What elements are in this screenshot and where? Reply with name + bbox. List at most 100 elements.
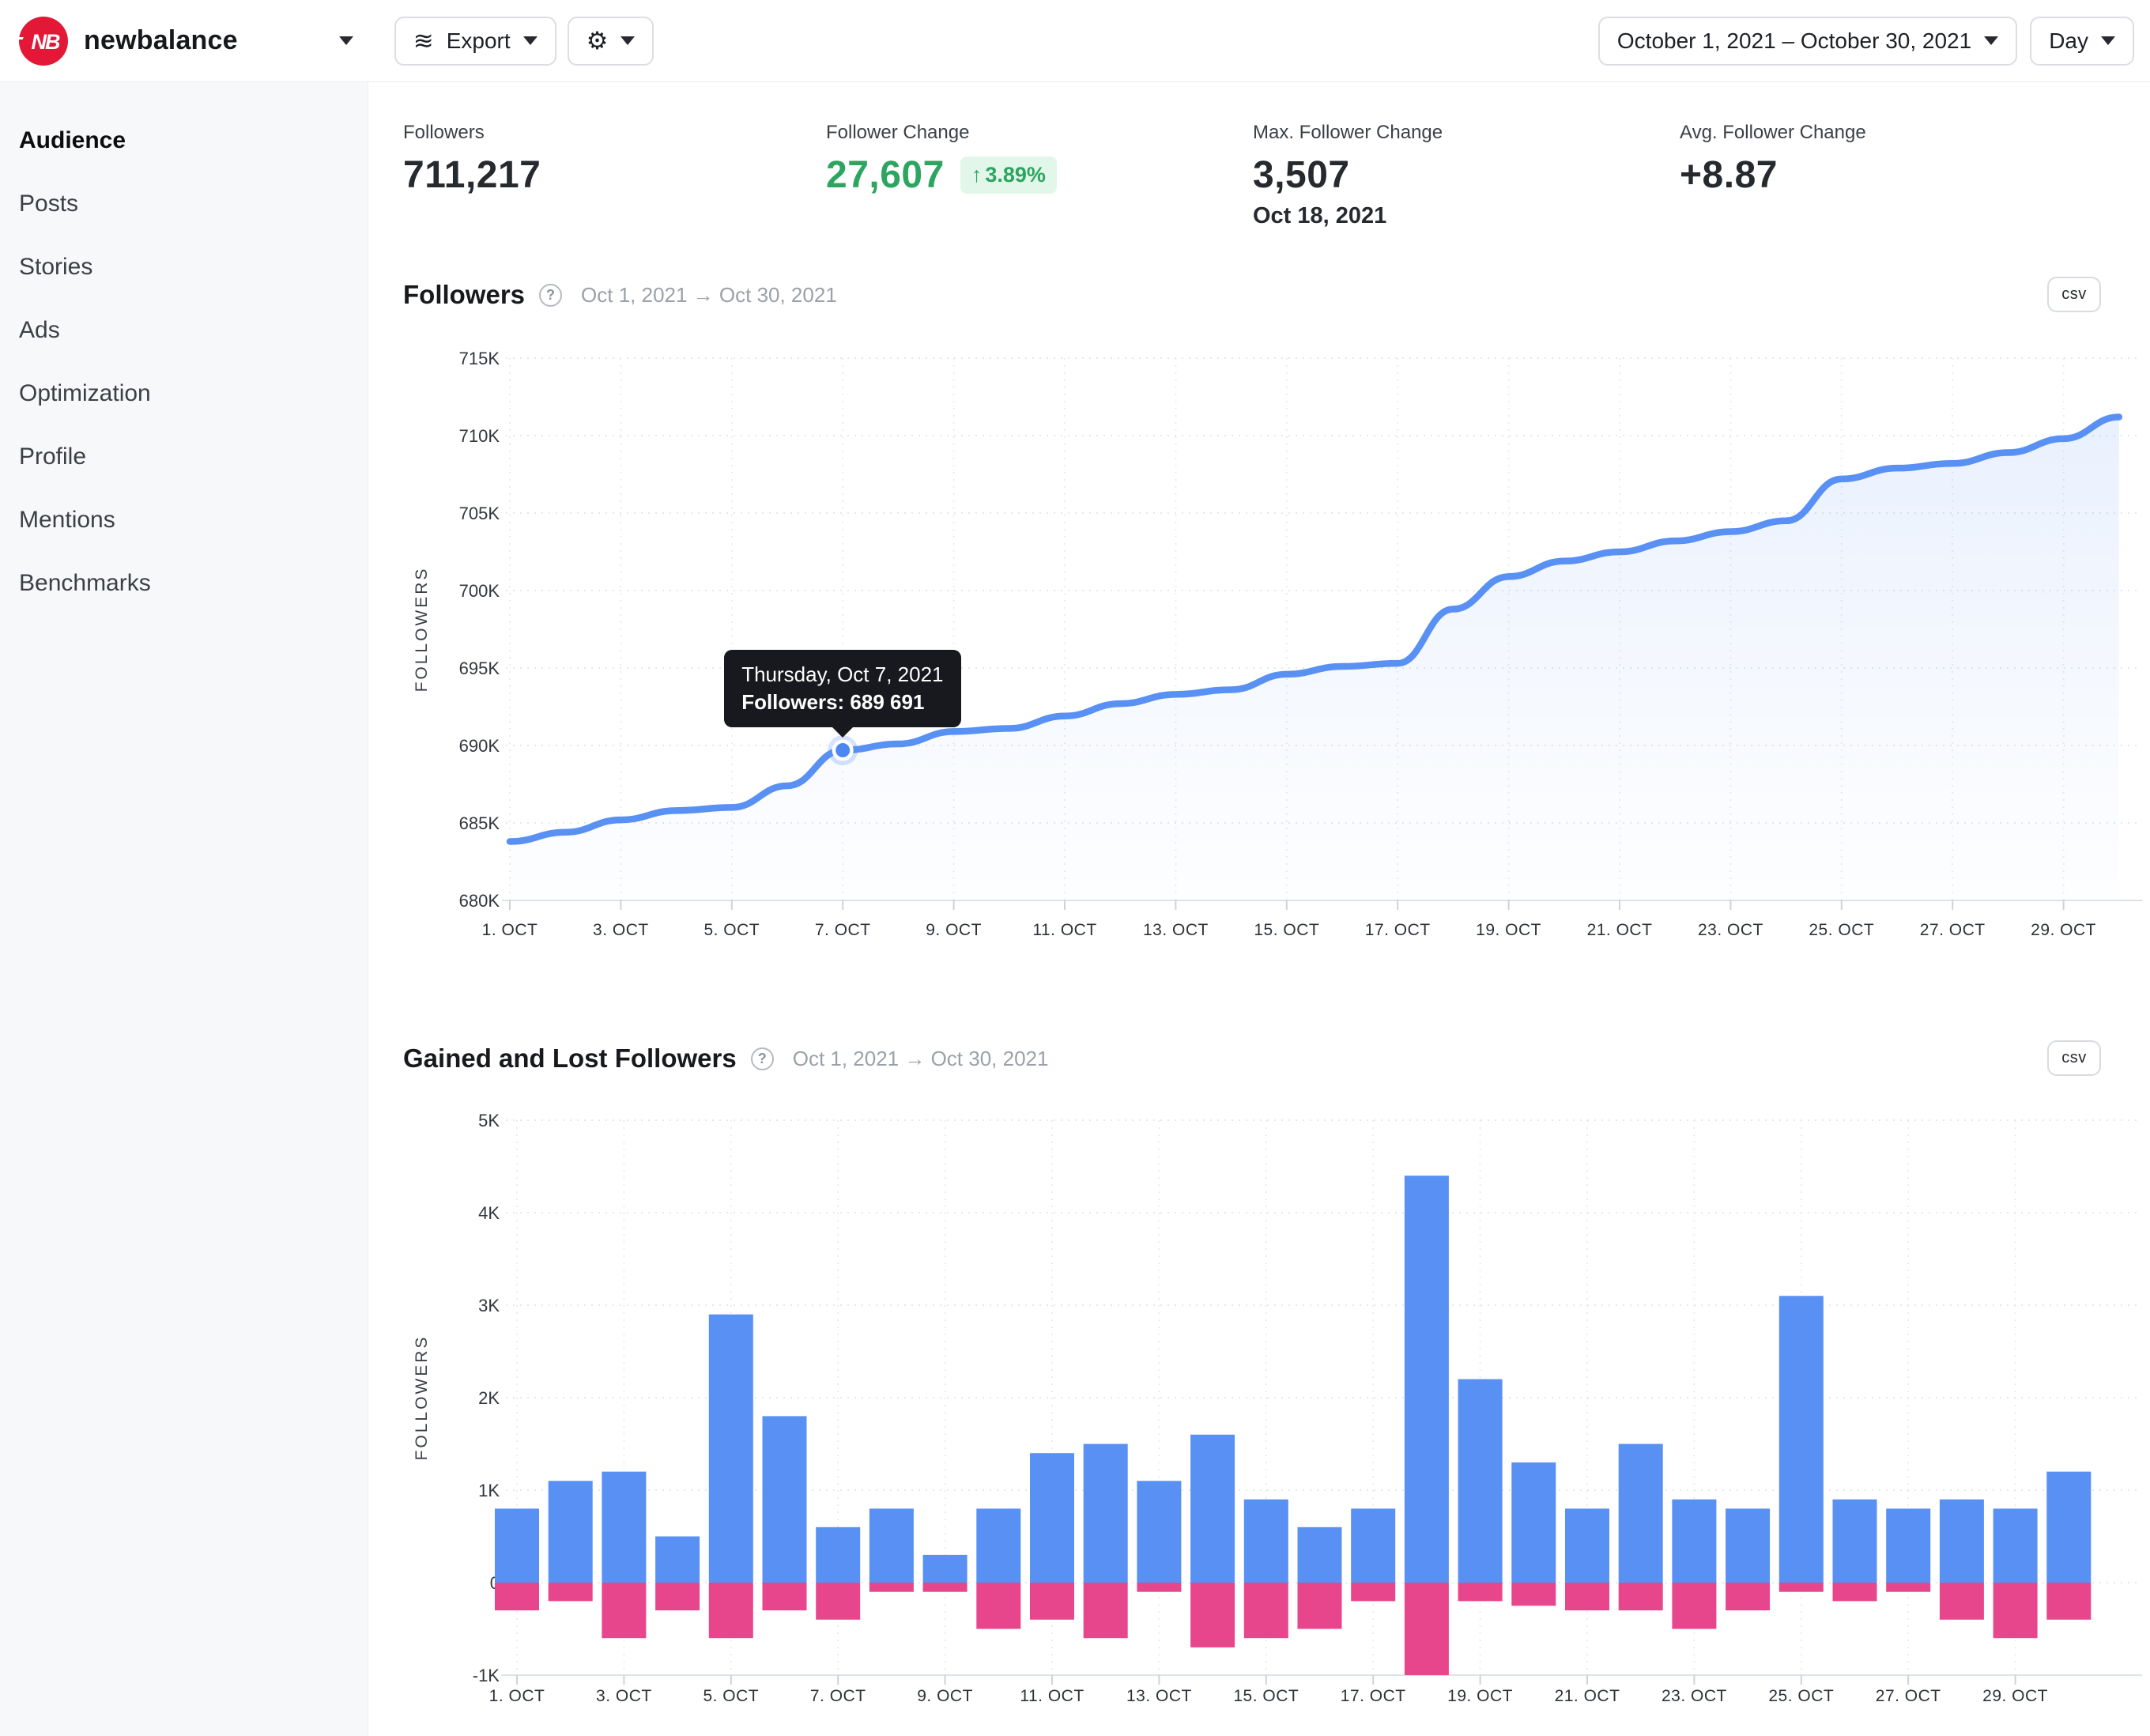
gained-bar[interactable] [816, 1527, 861, 1583]
gained-bar[interactable] [1886, 1508, 1931, 1583]
lost-bar[interactable] [1939, 1583, 1984, 1620]
gained-bar[interactable] [1083, 1444, 1128, 1583]
svg-text:29. OCT: 29. OCT [2031, 921, 2096, 939]
sidebar-item-profile[interactable]: Profile [0, 425, 368, 489]
gained-bar[interactable] [1243, 1499, 1288, 1583]
gained-bar[interactable] [1511, 1462, 1556, 1583]
date-range-button[interactable]: October 1, 2021 – October 30, 2021 [1597, 16, 2018, 66]
gained-bar[interactable] [922, 1554, 968, 1583]
gained-bar[interactable] [1351, 1508, 1396, 1583]
lost-bar[interactable] [1778, 1583, 1824, 1592]
gained-lost-bar-chart[interactable]: 5K 4K 3K 2K 1K 0 -1K 1. OCT 3. OCT 5. OCT 7. OCT 9.… [403, 1107, 2150, 1736]
gained-bar[interactable] [762, 1416, 807, 1583]
sidebar-item-posts[interactable]: Posts [0, 172, 368, 236]
lost-bar[interactable] [1618, 1583, 1663, 1611]
lost-bar[interactable] [976, 1583, 1021, 1629]
gained-bar[interactable] [1618, 1444, 1663, 1583]
lost-bar[interactable] [1404, 1583, 1449, 1675]
gained-bar[interactable] [2046, 1471, 2092, 1583]
gained-bar[interactable] [1993, 1508, 2038, 1583]
help-icon[interactable]: ? [539, 283, 563, 307]
svg-text:27. OCT: 27. OCT [1920, 921, 1986, 939]
export-button[interactable]: ≋ Export [394, 16, 556, 66]
followers-section-header: Followers ? Oct 1, 2021 → Oct 30, 2021 [403, 280, 837, 310]
lost-bar[interactable] [1030, 1583, 1074, 1620]
lost-bar[interactable] [922, 1583, 968, 1592]
svg-text:1K: 1K [478, 1481, 500, 1500]
lost-bar[interactable] [1297, 1583, 1342, 1629]
gained-bar[interactable] [655, 1536, 700, 1583]
gained-bar[interactable] [495, 1508, 539, 1583]
lost-bar[interactable] [708, 1583, 753, 1639]
gained-bar[interactable] [1190, 1434, 1235, 1583]
lost-bar[interactable] [602, 1583, 647, 1639]
svg-text:680K: 680K [459, 891, 500, 911]
gained-bar[interactable] [1672, 1499, 1717, 1583]
svg-text:3. OCT: 3. OCT [596, 1687, 652, 1705]
lost-bar[interactable] [495, 1583, 539, 1611]
gained-bar[interactable] [1030, 1453, 1074, 1583]
export-button-label: Export [446, 28, 511, 53]
sidebar-item-optimization[interactable]: Optimization [0, 362, 368, 425]
lost-bar[interactable] [1832, 1583, 1877, 1602]
gained-bar[interactable] [1726, 1508, 1771, 1583]
gained-bar[interactable] [976, 1508, 1021, 1583]
lost-bar[interactable] [1458, 1583, 1503, 1602]
gained-bar[interactable] [1458, 1379, 1503, 1583]
svg-text:5. OCT: 5. OCT [703, 921, 760, 939]
section-title: Gained and Lost Followers [403, 1043, 737, 1073]
sidebar-item-mentions[interactable]: Mentions [0, 489, 368, 552]
lost-bar[interactable] [816, 1583, 861, 1620]
granularity-button[interactable]: Day [2030, 16, 2134, 66]
gained-bar[interactable] [1939, 1499, 1984, 1583]
sidebar-item-ads[interactable]: Ads [0, 299, 368, 362]
account-switcher-caret-icon[interactable] [338, 36, 353, 45]
svg-text:25. OCT: 25. OCT [1768, 1687, 1834, 1705]
sidebar-item-benchmarks[interactable]: Benchmarks [0, 552, 368, 615]
stat-label: Avg. Follower Change [1680, 122, 1866, 143]
lost-bar[interactable] [1726, 1583, 1771, 1611]
stat-label: Max. Follower Change [1253, 122, 1443, 143]
lost-bar[interactable] [1886, 1583, 1931, 1592]
bars [495, 1176, 2092, 1675]
sidebar-item-audience[interactable]: Audience [0, 109, 368, 172]
gained-bar[interactable] [1565, 1508, 1609, 1583]
sidebar-item-stories[interactable]: Stories [0, 236, 368, 299]
lost-bar[interactable] [1511, 1583, 1556, 1606]
gained-bar[interactable] [602, 1471, 647, 1583]
gained-bar[interactable] [1297, 1527, 1342, 1583]
lost-bar[interactable] [1993, 1583, 2038, 1639]
svg-text:3K: 3K [478, 1296, 500, 1315]
lost-bar[interactable] [762, 1583, 807, 1611]
gained-bar[interactable] [548, 1481, 593, 1583]
svg-text:1. OCT: 1. OCT [489, 1687, 545, 1705]
app-root: NB newbalance ≋ Export ⚙ October 1, 2021… [0, 0, 2150, 1736]
lost-bar[interactable] [1083, 1583, 1128, 1639]
lost-bar[interactable] [1137, 1583, 1182, 1592]
gained-bar[interactable] [1404, 1176, 1449, 1583]
gained-bar[interactable] [869, 1508, 914, 1583]
stat-avg-follower-change: Avg. Follower Change +8.87 [1680, 122, 1866, 197]
lost-bar[interactable] [1190, 1583, 1235, 1647]
lost-bar[interactable] [1565, 1583, 1609, 1611]
lost-bar[interactable] [655, 1583, 700, 1611]
lost-bar[interactable] [1672, 1583, 1717, 1629]
gained-bar[interactable] [1137, 1481, 1182, 1583]
help-icon[interactable]: ? [750, 1047, 774, 1070]
settings-button[interactable]: ⚙ [567, 16, 654, 66]
gained-bar[interactable] [708, 1314, 753, 1583]
lost-bar[interactable] [548, 1583, 593, 1602]
gained-lost-csv-button[interactable]: csv [2047, 1040, 2101, 1076]
bar-chart-svg[interactable]: 5K4K3K2K1K0-1K1. OCT 3. OCT 5. OCT 7. OCT 9.… [403, 1107, 2150, 1736]
lost-bar[interactable] [1351, 1583, 1396, 1602]
line-chart-svg[interactable]: 715K 710K 705K 700K 695K 690K 685K 680K 1. OCT 3.… [403, 340, 2150, 972]
lost-bar[interactable] [2046, 1583, 2092, 1620]
followers-line-chart[interactable]: 715K 710K 705K 700K 695K 690K 685K 680K 1. OCT 3.… [403, 340, 2150, 972]
lost-bar[interactable] [1243, 1583, 1288, 1639]
gained-bar[interactable] [1832, 1499, 1877, 1583]
active-point-marker[interactable] [828, 735, 858, 766]
followers-csv-button[interactable]: csv [2047, 277, 2101, 312]
gear-icon: ⚙ [586, 27, 609, 55]
lost-bar[interactable] [869, 1583, 914, 1592]
gained-bar[interactable] [1778, 1296, 1824, 1583]
